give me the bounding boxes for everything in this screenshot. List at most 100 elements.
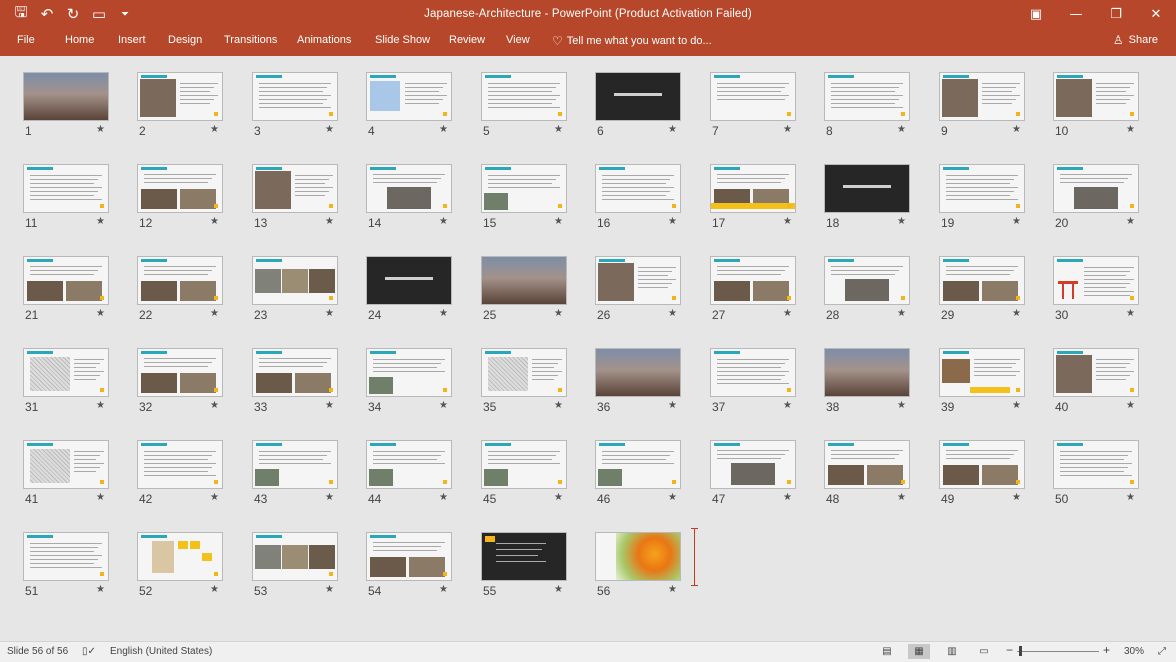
ribbon-display-options-icon[interactable]: ▣: [1016, 0, 1056, 28]
slide-thumbnail[interactable]: 32 ★: [137, 348, 251, 422]
normal-view-icon[interactable]: ▤: [876, 644, 898, 659]
slide-thumbnail[interactable]: 4 ★: [366, 72, 480, 146]
slide-sorter-view-icon[interactable]: ▦: [908, 644, 930, 659]
slide-thumbnail[interactable]: 20 ★: [1053, 164, 1167, 238]
slide-thumbnail[interactable]: 48 ★: [824, 440, 938, 514]
slide-thumbnail[interactable]: 18 ★: [824, 164, 938, 238]
fit-to-window-icon[interactable]: ⤢: [1158, 646, 1166, 657]
slide-counter[interactable]: Slide 56 of 56: [7, 646, 68, 657]
slide-thumbnail[interactable]: 42 ★: [137, 440, 251, 514]
tab-view[interactable]: View: [506, 34, 530, 46]
tab-animations[interactable]: Animations: [297, 34, 351, 46]
text-line: [488, 183, 552, 184]
slide-thumbnail[interactable]: 37 ★: [710, 348, 824, 422]
slide-thumbnail[interactable]: 12 ★: [137, 164, 251, 238]
slide-thumbnail[interactable]: 3 ★: [252, 72, 366, 146]
tab-file[interactable]: File: [17, 34, 35, 46]
slide-thumbnail[interactable]: 40 ★: [1053, 348, 1167, 422]
slide-thumbnail[interactable]: 21 ★: [23, 256, 137, 330]
tell-me-box[interactable]: ♡ Tell me what you want to do...: [552, 34, 712, 48]
slide-thumbnail[interactable]: 38 ★: [824, 348, 938, 422]
slide-thumbnail[interactable]: 33 ★: [252, 348, 366, 422]
slide-thumbnail[interactable]: 10 ★: [1053, 72, 1167, 146]
slide-thumbnail[interactable]: 52 ★: [137, 532, 251, 606]
tab-insert[interactable]: Insert: [118, 34, 146, 46]
animation-star-icon: ★: [1012, 492, 1021, 503]
ribbon-tabs: File Home Insert Design Transitions Anim…: [0, 28, 1176, 56]
slide-thumbnail[interactable]: 6 ★: [595, 72, 709, 146]
slide-thumbnail[interactable]: 19 ★: [939, 164, 1053, 238]
tab-review[interactable]: Review: [449, 34, 485, 46]
slide-thumbnail[interactable]: 56 ★: [595, 532, 709, 606]
zoom-out-button[interactable]: −: [1006, 643, 1013, 657]
slide-thumbnail[interactable]: 11 ★: [23, 164, 137, 238]
language-indicator[interactable]: English (United States): [110, 646, 212, 657]
slide-thumbnail[interactable]: 43 ★: [252, 440, 366, 514]
text-line: [405, 99, 443, 100]
slide-thumbnail[interactable]: 46 ★: [595, 440, 709, 514]
slide-thumbnail[interactable]: 9 ★: [939, 72, 1053, 146]
text-line: [602, 183, 666, 184]
animation-star-icon: ★: [210, 492, 219, 503]
text-line: [74, 363, 100, 364]
slide-thumbnail[interactable]: 13 ★: [252, 164, 366, 238]
share-button[interactable]: ♙ Share: [1113, 33, 1158, 47]
tab-slide-show[interactable]: Slide Show: [375, 34, 430, 46]
slide-thumbnail[interactable]: 49 ★: [939, 440, 1053, 514]
slide-thumbnail[interactable]: 45 ★: [481, 440, 595, 514]
slide-thumbnail[interactable]: 25 ★: [481, 256, 595, 330]
slide-thumbnail[interactable]: 55 ★: [481, 532, 595, 606]
slide-thumbnail[interactable]: 53 ★: [252, 532, 366, 606]
slide-thumbnail[interactable]: 8 ★: [824, 72, 938, 146]
slide-thumbnail[interactable]: 22 ★: [137, 256, 251, 330]
slide-thumbnail[interactable]: 17 ★: [710, 164, 824, 238]
slide-thumbnail[interactable]: 29 ★: [939, 256, 1053, 330]
tab-design[interactable]: Design: [168, 34, 202, 46]
slide-header-bar: [714, 443, 740, 446]
minimize-icon[interactable]: —: [1056, 0, 1096, 28]
text-line: [1096, 103, 1126, 104]
tab-home[interactable]: Home: [65, 34, 94, 46]
slide-thumbnail[interactable]: 36 ★: [595, 348, 709, 422]
zoom-level[interactable]: 30%: [1124, 646, 1144, 657]
slide-thumbnail[interactable]: 2 ★: [137, 72, 251, 146]
text-line: [259, 358, 331, 359]
slide-thumbnail[interactable]: 50 ★: [1053, 440, 1167, 514]
slide-thumbnail[interactable]: 27 ★: [710, 256, 824, 330]
tab-transitions[interactable]: Transitions: [224, 34, 277, 46]
slide-thumbnail[interactable]: 54 ★: [366, 532, 480, 606]
spell-check-icon[interactable]: ▯✓: [82, 646, 96, 657]
slide-thumbnail[interactable]: 34 ★: [366, 348, 480, 422]
slide-thumbnail[interactable]: 51 ★: [23, 532, 137, 606]
slide-thumbnail[interactable]: 7 ★: [710, 72, 824, 146]
slide-thumbnail[interactable]: 41 ★: [23, 440, 137, 514]
collage-tile: [178, 541, 188, 549]
slide-show-view-icon[interactable]: ▭: [973, 644, 995, 659]
zoom-slider[interactable]: [1017, 651, 1099, 652]
slide-thumbnail[interactable]: 39 ★: [939, 348, 1053, 422]
slide-thumbnail[interactable]: 26 ★: [595, 256, 709, 330]
slide-thumbnail[interactable]: 47 ★: [710, 440, 824, 514]
slide-thumbnail[interactable]: 28 ★: [824, 256, 938, 330]
share-label: Share: [1128, 34, 1158, 46]
slide-thumbnail[interactable]: 31 ★: [23, 348, 137, 422]
slide-thumbnail[interactable]: 35 ★: [481, 348, 595, 422]
slide-thumbnail[interactable]: 14 ★: [366, 164, 480, 238]
slide-header-bar: [256, 167, 282, 170]
slide-thumbnail[interactable]: 44 ★: [366, 440, 480, 514]
reading-view-icon[interactable]: ▥: [941, 644, 963, 659]
maximize-icon[interactable]: ❐: [1096, 0, 1136, 28]
slide-thumbnail[interactable]: 16 ★: [595, 164, 709, 238]
slide-thumbnail[interactable]: 5 ★: [481, 72, 595, 146]
slide-thumbnail[interactable]: 15 ★: [481, 164, 595, 238]
slide-thumbnail[interactable]: 1 ★: [23, 72, 137, 146]
slide-thumbnail[interactable]: 30 ★: [1053, 256, 1167, 330]
slide-thumbnail[interactable]: 24 ★: [366, 256, 480, 330]
person-icon: ♙: [1112, 33, 1124, 47]
text-line: [144, 475, 216, 476]
close-icon[interactable]: ✕: [1136, 0, 1176, 28]
text-line: [180, 95, 218, 96]
slide-thumbnail[interactable]: 23 ★: [252, 256, 366, 330]
zoom-in-button[interactable]: +: [1103, 643, 1110, 657]
zoom-slider-thumb[interactable]: [1019, 646, 1022, 656]
